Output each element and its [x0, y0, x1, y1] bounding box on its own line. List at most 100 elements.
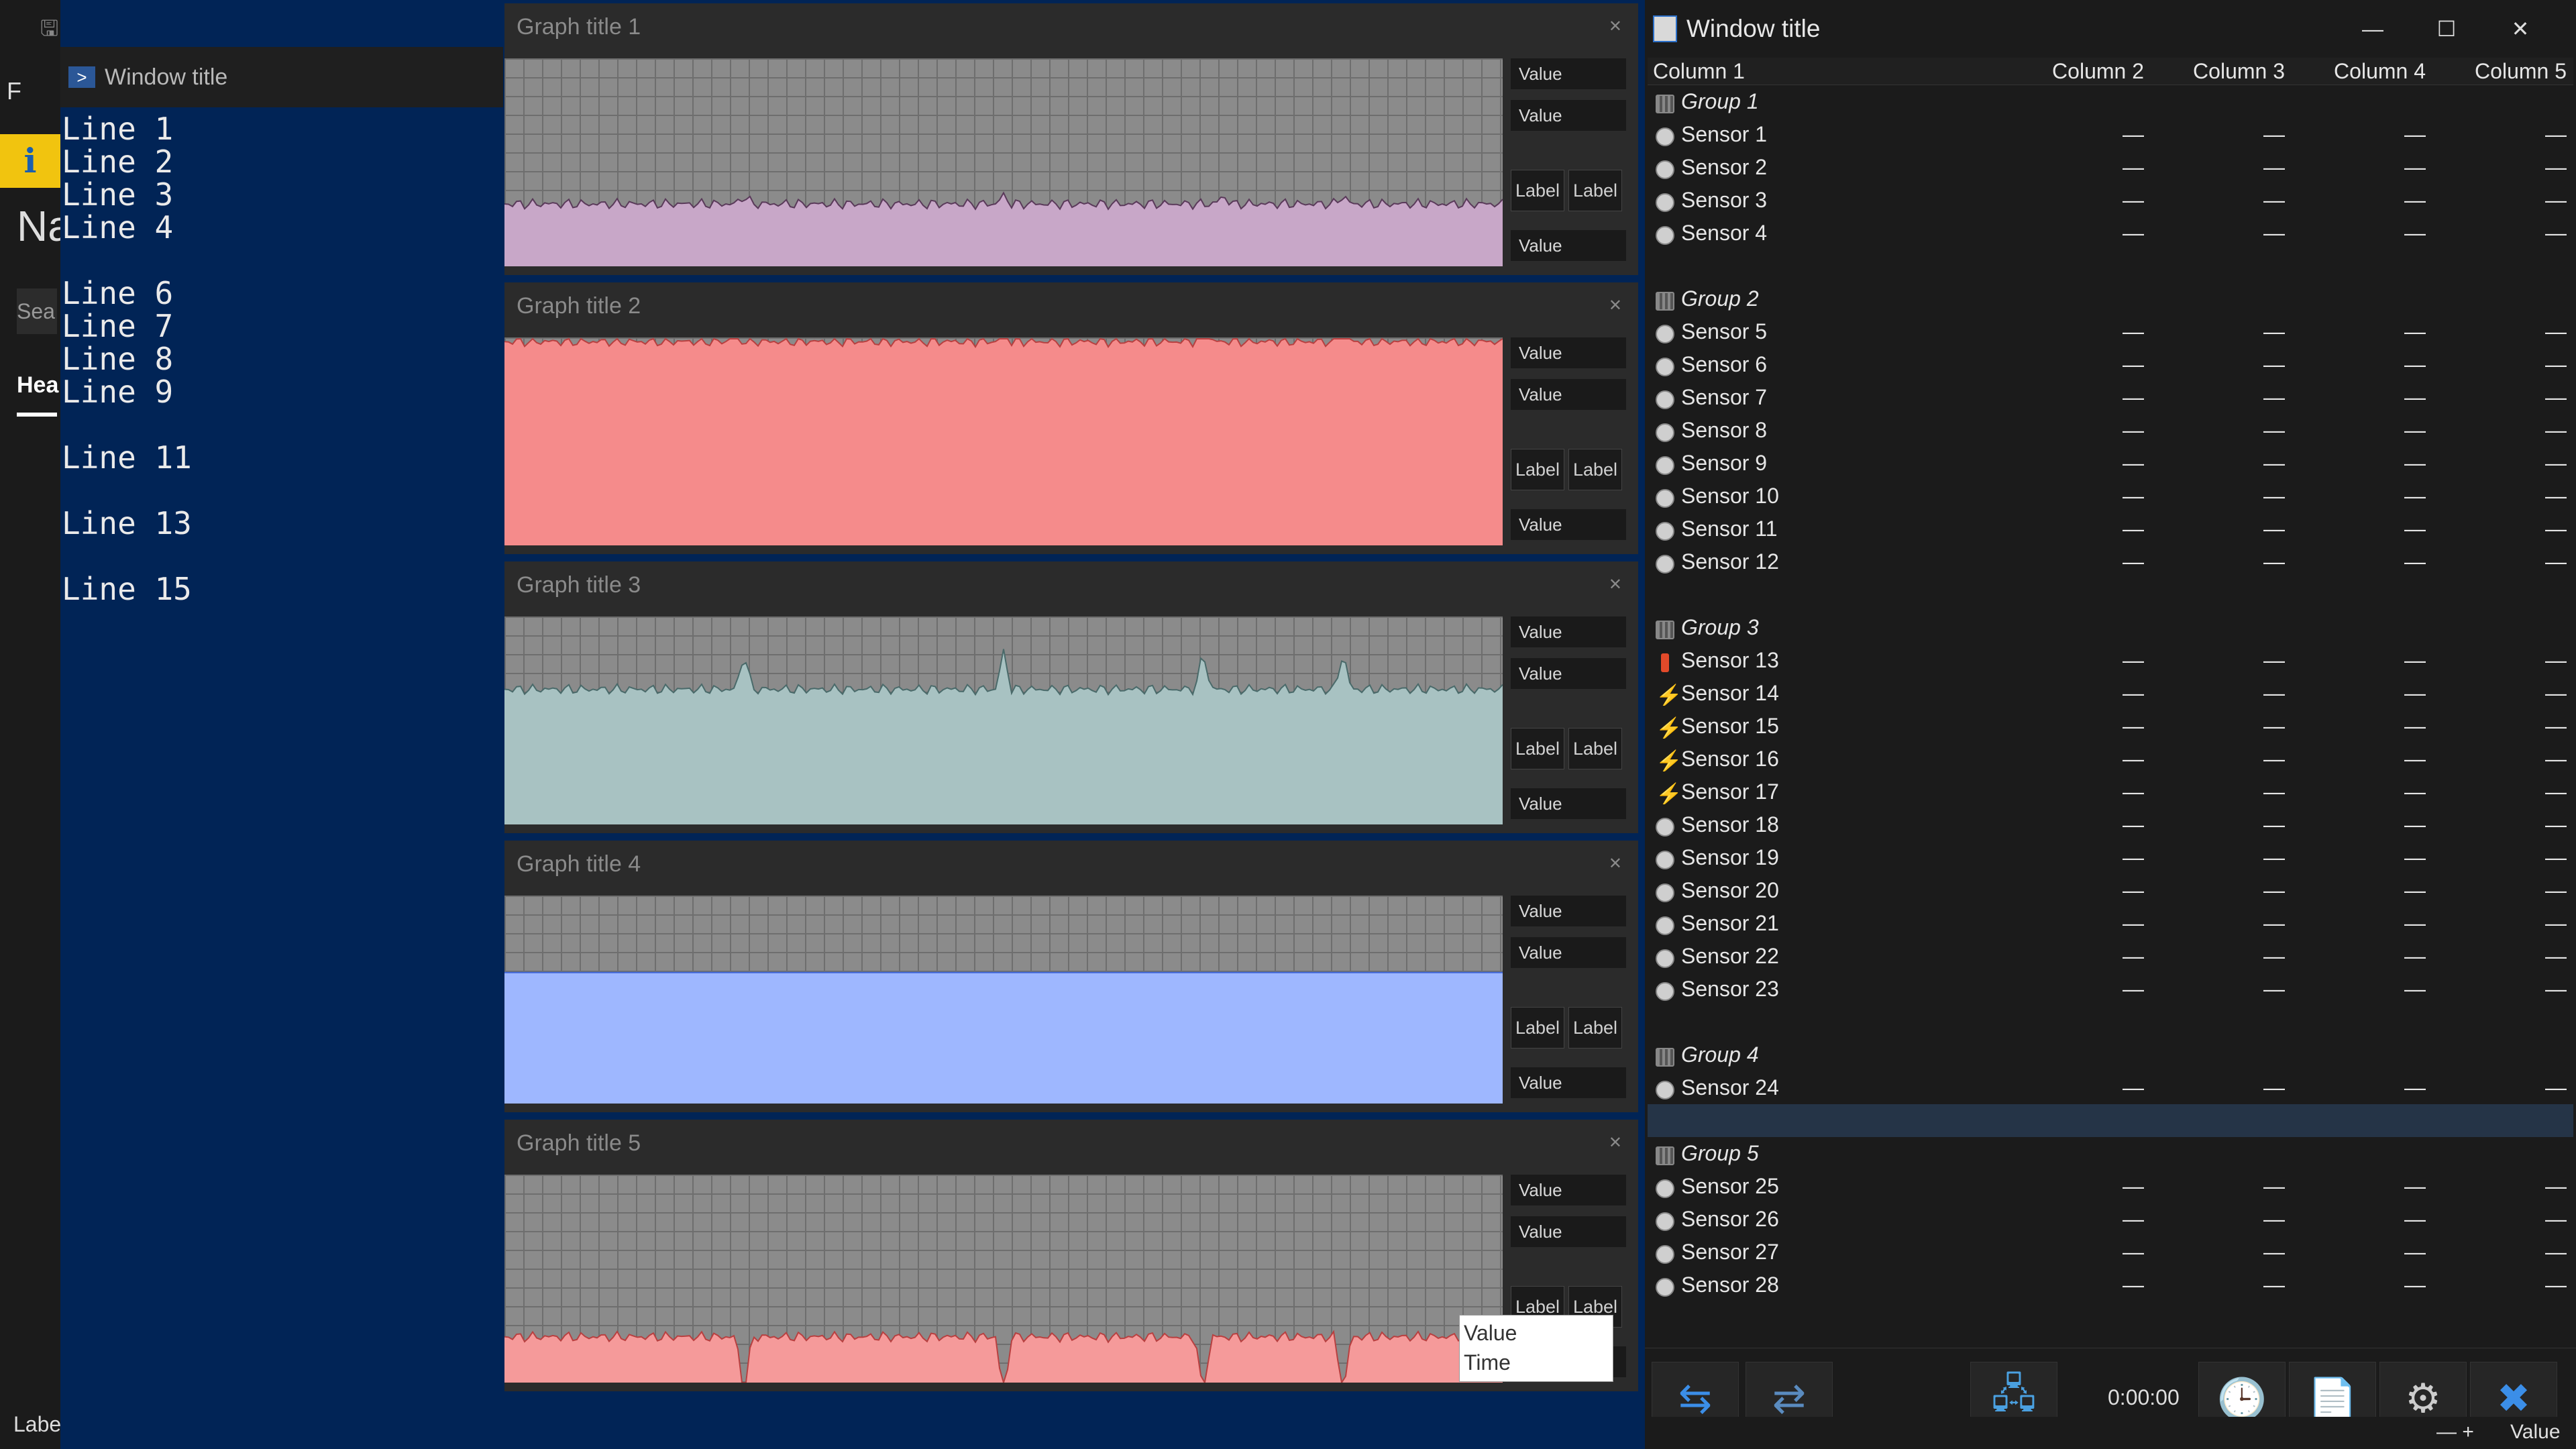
fit-y-button[interactable]: Label	[1511, 449, 1564, 490]
sensor-row[interactable]: Sensor 23 — — — —	[1648, 973, 2573, 1006]
console-output[interactable]: Line 1 Line 2 Line 3 Line 4 Line 6 Line 7 Line…	[60, 107, 503, 606]
close-icon[interactable]: ✕	[1609, 854, 1622, 873]
maximize-icon[interactable]: ☐	[2410, 0, 2483, 58]
sensor-maximum: —	[2404, 1075, 2426, 1099]
sensor-maximum: —	[2404, 1273, 2426, 1297]
fit-y-button[interactable]: Label	[1511, 1007, 1564, 1049]
sensor-minimum: —	[2263, 944, 2285, 968]
sensor-row[interactable]: Sensor 8 — — — —	[1648, 414, 2573, 447]
column-header[interactable]: Column 4	[2292, 59, 2432, 84]
close-icon[interactable]: ✕	[1609, 17, 1622, 36]
sensor-row[interactable]: Sensor 19 — — — —	[1648, 841, 2573, 874]
file-menu[interactable]: F	[7, 77, 21, 105]
sensor-row[interactable]: Sensor 3 — — — —	[1648, 184, 2573, 217]
powershell-titlebar[interactable]: > Window title	[60, 47, 503, 107]
sensor-current: —	[2123, 517, 2144, 541]
graph-plot[interactable]	[504, 896, 1503, 1104]
close-icon[interactable]: ✕	[2483, 0, 2557, 58]
sensor-row[interactable]: Sensor 11 — — — —	[1648, 513, 2573, 545]
sensor-graph[interactable]: Graph title 2 ✕ Value Value Label Label …	[504, 282, 1638, 554]
sensor-current: —	[2123, 1075, 2144, 1099]
sensor-minimum: —	[2263, 1240, 2285, 1264]
sensor-row[interactable]: Sensor 27 — — — —	[1648, 1236, 2573, 1269]
sensor-graph[interactable]: Graph title 3 ✕ Value Value Label Label …	[504, 561, 1638, 833]
sensor-row[interactable]: Sensor 10 — — — —	[1648, 480, 2573, 513]
sensor-row[interactable]: Sensor 20 — — — —	[1648, 874, 2573, 907]
graph-max: Value	[1511, 616, 1626, 647]
sensor-row[interactable]: Sensor 1 — — — —	[1648, 118, 2573, 151]
sensor-row[interactable]: Sensor 22 — — — —	[1648, 940, 2573, 973]
fit-y-button[interactable]: Label	[1511, 728, 1564, 769]
chip-icon	[1656, 1048, 1674, 1067]
sensor-row[interactable]: Sensor 13 — — — —	[1648, 644, 2573, 677]
save-icon[interactable]: 🖫	[40, 13, 67, 40]
reset-button[interactable]: Label	[1568, 449, 1622, 490]
graph-current: Value	[1511, 937, 1626, 968]
sensor-row[interactable]: Sensor 12 — — — —	[1648, 545, 2573, 578]
close-icon[interactable]: ✕	[1609, 296, 1622, 315]
sensor-group-row[interactable]: Group 5	[1648, 1137, 2573, 1170]
sensor-average: —	[2545, 944, 2567, 968]
sensor-current: —	[2123, 681, 2144, 705]
graph-plot[interactable]	[504, 616, 1503, 824]
sensor-group-row[interactable]: Group 2	[1648, 282, 2573, 315]
sensor-graph[interactable]: Graph title 4 ✕ Value Value Label Label …	[504, 841, 1638, 1112]
sensor-table[interactable]: Column 1 Column 2 Column 3 Column 4 Colu…	[1648, 58, 2573, 1301]
sensor-row[interactable]: Sensor 9 — — — —	[1648, 447, 2573, 480]
zoom-icon[interactable]: — +	[2436, 1421, 2474, 1444]
sensor-icon	[1656, 522, 1674, 541]
sensor-row[interactable]: Sensor 2 — — — —	[1648, 151, 2573, 184]
minimize-icon[interactable]: —	[2336, 0, 2410, 58]
sensor-group-row[interactable]: Group 1	[1648, 85, 2573, 118]
sensor-row[interactable]: Sensor 24 — — — —	[1648, 1071, 2573, 1104]
sensor-label: Sensor 21	[1648, 911, 2010, 936]
sensor-row[interactable]: Sensor 5 — — — —	[1648, 315, 2573, 348]
sensor-average: —	[2545, 385, 2567, 409]
column-header[interactable]: Column 3	[2151, 59, 2292, 84]
sensor-row[interactable]: Sensor 25 — — — —	[1648, 1170, 2573, 1203]
sensor-minimum: —	[2263, 517, 2285, 541]
sensor-minimum: —	[2263, 385, 2285, 409]
close-icon[interactable]: ✕	[1609, 1133, 1622, 1152]
sensor-row[interactable]: ⚡ Sensor 15 — — — —	[1648, 710, 2573, 743]
reset-button[interactable]: Label	[1568, 170, 1622, 211]
sensor-row[interactable]: Sensor 28 — — — —	[1648, 1269, 2573, 1301]
sensor-average: —	[2545, 1240, 2567, 1264]
reset-button[interactable]: Label	[1568, 1007, 1622, 1049]
sensor-group-row[interactable]: Group 3	[1648, 611, 2573, 644]
sensor-row[interactable]: ⚡ Sensor 16 — — — —	[1648, 743, 2573, 775]
fit-y-button[interactable]: Label	[1511, 170, 1564, 211]
powershell-window[interactable]: > Window title Line 1 Line 2 Line 3 Line 4 L…	[60, 47, 503, 1449]
reset-button[interactable]: Label	[1568, 728, 1622, 769]
console-cursor: _	[191, 571, 211, 606]
sensor-minimum: —	[2263, 780, 2285, 804]
sensor-row[interactable]: Sensor 18 — — — —	[1648, 808, 2573, 841]
sensor-row[interactable]: ⚡ Sensor 17 — — — —	[1648, 775, 2573, 808]
search-input[interactable]: Sea	[17, 288, 57, 334]
close-icon[interactable]: ✕	[1609, 575, 1622, 594]
sensor-row[interactable]: ⚡ Sensor 14 — — — —	[1648, 677, 2573, 710]
sensor-row[interactable]: Sensor 7 — — — —	[1648, 381, 2573, 414]
tab-header[interactable]: Hea	[17, 372, 58, 398]
graph-plot[interactable]	[504, 1175, 1503, 1383]
column-header[interactable]: Column 2	[2010, 59, 2151, 84]
sensor-row[interactable]: Sensor 6 — — — —	[1648, 348, 2573, 381]
sensor-group-row[interactable]: Group 4	[1648, 1038, 2573, 1071]
column-header[interactable]: Column 1	[1648, 59, 2010, 84]
sensor-row[interactable]: Sensor 21 — — — —	[1648, 907, 2573, 940]
sensor-graph[interactable]: Graph title 1 ✕ Value Value Label Label …	[504, 3, 1638, 275]
sensor-maximum: —	[2404, 944, 2426, 968]
sensor-icon	[1656, 390, 1674, 409]
sensor-row[interactable]: Sensor 4 — — — —	[1648, 217, 2573, 250]
sensor-current: —	[2123, 812, 2144, 837]
sensor-row[interactable]: Sensor 26 — — — —	[1648, 1203, 2573, 1236]
hwinfo-window[interactable]: Window title — ☐ ✕ Column 1 Column 2 Col…	[1645, 0, 2576, 1449]
column-header[interactable]: Column 5	[2432, 59, 2573, 84]
lightning-icon: ⚡	[1656, 749, 1682, 771]
sensor-average: —	[2545, 648, 2567, 672]
graph-plot[interactable]	[504, 58, 1503, 266]
hwinfo-titlebar[interactable]: Window title — ☐ ✕	[1645, 0, 2576, 58]
graph-title: Graph title 5	[517, 1130, 641, 1156]
graph-plot[interactable]	[504, 337, 1503, 545]
